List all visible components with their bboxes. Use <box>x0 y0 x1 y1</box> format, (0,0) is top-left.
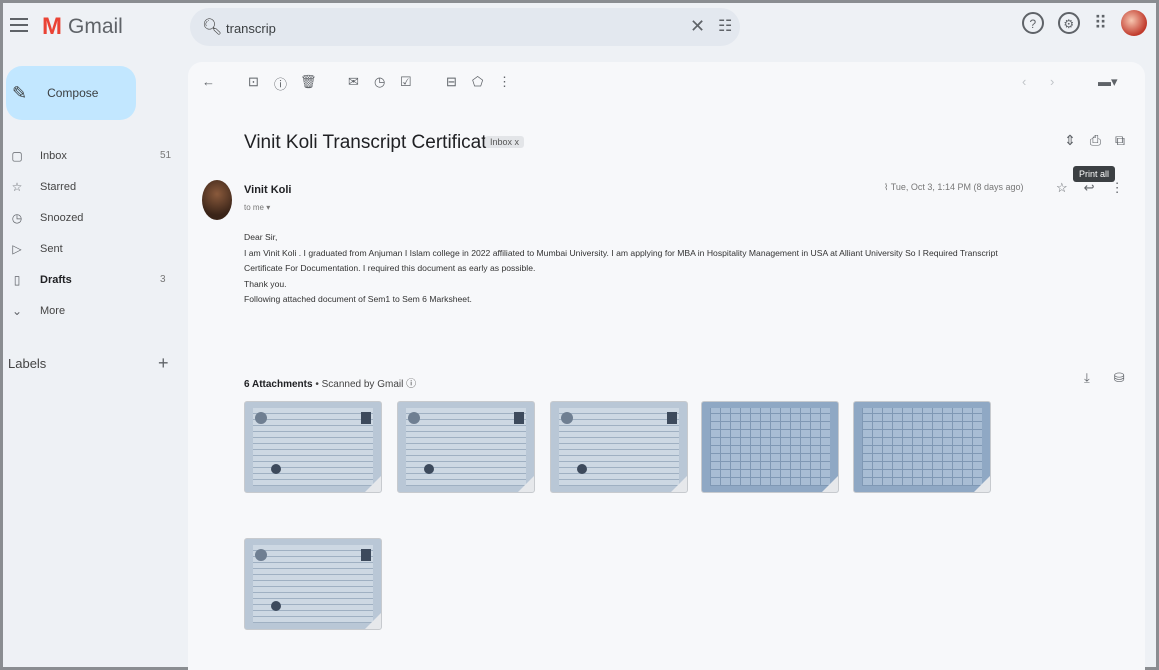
download-all-icon[interactable]: ⤓ <box>1084 370 1090 386</box>
details-caret-icon: ▾ <box>266 203 271 212</box>
mark-unread-icon[interactable]: ✉ <box>348 74 359 90</box>
top-right-actions: ? ⚙ ⠿ <box>1021 10 1147 36</box>
labels-heading: Labels <box>8 356 47 371</box>
email-subject: Vinit Koli Transcript Certificate <box>244 132 498 153</box>
sidebar-nav: ▢ Inbox 51 ☆ Starred ◷ Snoozed ▷ Sent ▯ … <box>0 140 180 326</box>
body-line: I am Vinit Koli . I graduated from Anjum… <box>244 247 998 258</box>
gmail-logo-text: Gmail <box>68 15 123 38</box>
sidebar-item-label: Drafts <box>40 273 72 286</box>
reply-arrow-icon[interactable]: ↩ <box>1084 180 1095 196</box>
main-menu-icon[interactable] <box>10 18 28 34</box>
archive-icon[interactable]: ⊡ <box>248 74 259 90</box>
sidebar-item-label: Inbox <box>40 149 67 162</box>
chevron-down-icon: ⌄ <box>11 303 23 318</box>
message-actions: ☆ ↩ ⋮ <box>1056 180 1124 196</box>
attachment-thumbnail[interactable] <box>550 401 688 493</box>
back-arrow-icon[interactable]: ← <box>202 74 215 89</box>
apps-grid-icon[interactable]: ⠿ <box>1094 13 1107 34</box>
attachments-count: 6 Attachments <box>244 379 313 390</box>
more-vert-icon[interactable]: ⋮ <box>1111 180 1124 196</box>
attachments-header: 6 Attachments • Scanned by Gmail ⓘ <box>244 375 416 390</box>
body-line: Certificate For Documentation. I require… <box>244 263 536 274</box>
labels-section: Labels + <box>8 353 169 374</box>
attachment-thumbnail[interactable] <box>701 401 839 493</box>
compose-label: Compose <box>47 86 99 100</box>
older-chevron-right-icon[interactable]: › <box>1050 74 1054 89</box>
send-icon: ▷ <box>12 241 22 256</box>
gmail-m-icon: M <box>42 13 62 40</box>
recipient-to: to me <box>244 203 265 212</box>
email-body: Dear Sir, I am Vinit Koli . I graduated … <box>244 230 1134 308</box>
print-all-icon[interactable]: ⎙ <box>1090 132 1101 149</box>
sidebar-item-sent[interactable]: ▷ Sent <box>0 233 180 264</box>
draft-icon: ▯ <box>13 272 21 287</box>
body-line: Dear Sir, <box>244 232 278 242</box>
add-to-drive-icon[interactable]: ⛁ <box>1114 370 1125 386</box>
expand-collapse-icon[interactable]: ⇕ <box>1064 132 1076 149</box>
compose-button[interactable]: ✎ Compose <box>6 66 136 120</box>
input-tools-keyboard-icon[interactable]: ▬▾ <box>1098 74 1118 90</box>
snooze-clock-icon[interactable]: ◷ <box>374 74 385 90</box>
report-spam-icon[interactable]: ⓘ <box>274 74 287 93</box>
clock-icon: ◷ <box>11 210 23 225</box>
sender-avatar[interactable] <box>202 180 232 220</box>
delete-trash-icon[interactable]: 🗑︎ <box>300 74 317 90</box>
newer-chevron-left-icon[interactable]: ‹ <box>1022 74 1026 89</box>
label-tag-icon[interactable]: ⬠ <box>472 74 483 90</box>
scanned-by-gmail: Scanned by Gmail <box>321 379 404 390</box>
inbox-icon: ▢ <box>11 148 23 163</box>
unread-count: 51 <box>160 150 172 161</box>
email-view: ← ⊡ ⓘ 🗑︎ ✉ ◷ ☑ ⊟ ⬠ ⋮ ‹ › ▬▾ Vinit Koli T… <box>188 62 1145 670</box>
clear-search-icon[interactable]: ✕ <box>690 16 705 37</box>
body-line: Following attached document of Sem1 to S… <box>244 294 472 305</box>
star-icon: ☆ <box>11 179 23 194</box>
add-to-tasks-icon[interactable]: ☑ <box>400 74 412 90</box>
subject-actions: ⇕ ⎙ ⧉ <box>1064 132 1125 149</box>
attachment-thumbnail[interactable] <box>853 401 991 493</box>
gmail-logo[interactable]: M Gmail <box>42 13 123 41</box>
search-bar: 🔍︎ ✕ ☷ <box>190 8 740 46</box>
top-bar: M Gmail 🔍︎ ✕ ☷ ? ⚙ ⠿ <box>0 0 1159 56</box>
open-new-window-icon[interactable]: ⧉ <box>1115 132 1125 149</box>
pencil-icon: ✎ <box>12 82 28 103</box>
sidebar-item-label: Starred <box>40 180 77 193</box>
inbox-label-chip[interactable]: Inbox x <box>485 136 525 148</box>
sidebar-item-starred[interactable]: ☆ Starred <box>0 171 180 202</box>
create-label-plus-icon[interactable]: + <box>158 353 169 374</box>
move-to-icon[interactable]: ⊟ <box>446 74 457 90</box>
star-icon[interactable]: ☆ <box>1056 180 1068 196</box>
settings-gear-icon[interactable]: ⚙ <box>1057 12 1080 34</box>
body-line: Thank you. <box>244 278 287 289</box>
more-vert-icon[interactable]: ⋮ <box>498 74 511 90</box>
account-avatar[interactable] <box>1121 10 1147 36</box>
sidebar-item-snoozed[interactable]: ◷ Snoozed <box>0 202 180 233</box>
message-toolbar: ← ⊡ ⓘ 🗑︎ ✉ ◷ ☑ ⊟ ⬠ ⋮ ‹ › ▬▾ <box>188 62 1145 102</box>
sidebar-item-label: More <box>40 304 66 317</box>
sidebar-item-inbox[interactable]: ▢ Inbox 51 <box>0 140 180 171</box>
info-icon[interactable]: ⓘ <box>406 379 416 390</box>
message-timestamp: ⌇ Tue, Oct 3, 1:14 PM (8 days ago) <box>884 182 1023 193</box>
sidebar-item-label: Snoozed <box>40 211 84 224</box>
sidebar-item-drafts[interactable]: ▯ Drafts 3 <box>0 264 180 295</box>
recipient-details[interactable]: to me ▾ <box>244 203 270 212</box>
attachment-thumbnail[interactable] <box>244 538 382 630</box>
search-options-icon[interactable]: ☷ <box>718 16 732 36</box>
message-date: Tue, Oct 3, 1:14 PM (8 days ago) <box>890 182 1024 192</box>
attachment-actions: ⤓ ⛁ <box>1084 370 1125 386</box>
sidebar-item-label: Sent <box>40 242 63 255</box>
attachment-thumbnail[interactable] <box>244 401 382 493</box>
search-icon[interactable]: 🔍︎ <box>202 17 222 37</box>
search-input[interactable] <box>224 17 648 39</box>
sender-name[interactable]: Vinit Koli <box>244 184 291 196</box>
draft-count: 3 <box>160 274 166 285</box>
help-icon[interactable]: ? <box>1021 12 1044 34</box>
attachment-clip-icon: ⌇ <box>884 182 889 192</box>
sidebar-item-more[interactable]: ⌄ More <box>0 295 180 326</box>
attachment-thumbnail[interactable] <box>397 401 535 493</box>
